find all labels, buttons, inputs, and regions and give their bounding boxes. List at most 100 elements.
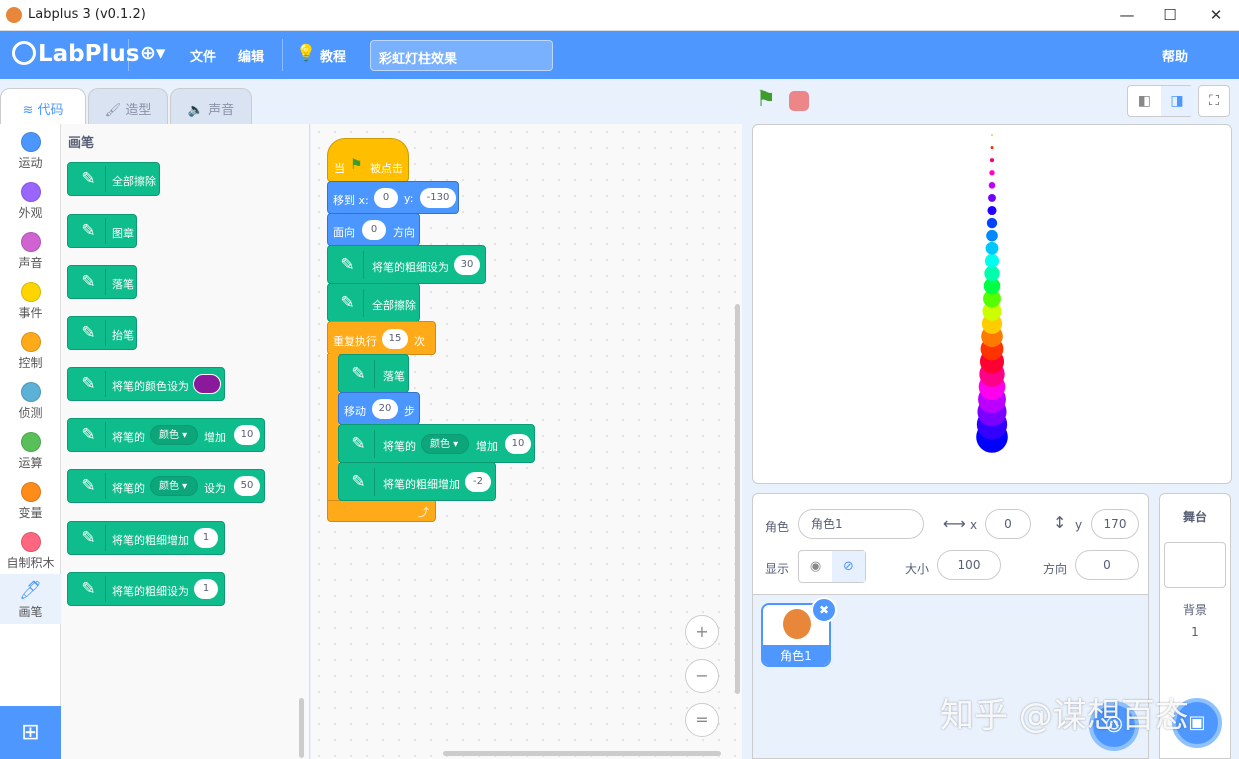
block-pen-down[interactable]: ✎ 落笔 [338, 354, 409, 393]
category-pen[interactable]: 🖊 画笔 [0, 574, 61, 624]
stage-panel-title: 舞台 [1182, 510, 1207, 524]
category-operators[interactable]: 运算 [0, 426, 61, 476]
stage-canvas[interactable] [752, 124, 1232, 484]
block-go-to-xy[interactable]: 移到 x: 0 y: -130 [327, 181, 459, 214]
repeat-count-input[interactable]: 15 [382, 329, 408, 349]
block-when-flag-clicked[interactable]: 当 ⚑ 被点击 [327, 138, 409, 182]
size-input[interactable]: 30 [454, 255, 480, 275]
block-change-pen-size[interactable]: ✎ 将笔的粗细增加 1 [67, 521, 225, 555]
pen-icon: ✎ [332, 251, 364, 279]
pen-icon: ✎ [72, 576, 106, 602]
category-sound[interactable]: 声音 [0, 226, 61, 276]
category-label: 运算 [18, 456, 43, 470]
block-pen-up[interactable]: ✎ 抬笔 [67, 316, 137, 350]
y-input[interactable]: -130 [420, 188, 456, 208]
category-label: 事件 [18, 306, 43, 320]
block-label: 方向 [393, 226, 415, 239]
pen-icon: ✎ [72, 422, 106, 448]
minimize-button[interactable]: — [1116, 4, 1138, 26]
value-input[interactable]: 10 [234, 425, 260, 445]
size-change-input[interactable]: -2 [465, 472, 491, 492]
pen-icon: ✎ [343, 360, 375, 388]
steps-input[interactable]: 20 [372, 399, 398, 419]
lightbulb-icon: 💡 [296, 43, 316, 62]
pen-icon: ✎ [343, 430, 375, 458]
block-change-pen-size[interactable]: ✎ 将笔的粗细增加 -2 [338, 462, 496, 501]
add-extension-icon: ⊞ [21, 720, 40, 745]
block-change-pen-param[interactable]: ✎ 将笔的 颜色 ▾ 增加 10 [338, 424, 535, 463]
tab-sounds[interactable]: 🔈 声音 [170, 88, 252, 125]
show-eye-icon[interactable]: ◉ [799, 551, 832, 582]
tutorials-menu[interactable]: 教程 [320, 46, 346, 65]
zoom-out-button[interactable]: − [685, 659, 719, 693]
script-area[interactable]: 当 ⚑ 被点击 移到 x: 0 y: -130 面向 0 方向 ✎ 将笔的粗细设… [311, 124, 742, 759]
direction-input[interactable]: 0 [1075, 550, 1139, 580]
category-control[interactable]: 控制 [0, 326, 61, 376]
block-set-pen-color[interactable]: ✎ 将笔的颜色设为 [67, 367, 225, 401]
project-title-input[interactable]: 彩虹灯柱效果 [370, 40, 553, 71]
category-events[interactable]: 事件 [0, 276, 61, 326]
green-flag-button[interactable]: ⚑ [756, 87, 776, 112]
close-window-button[interactable]: ✕ [1205, 4, 1227, 26]
palette-scrollbar[interactable] [299, 698, 304, 758]
pen-stroke-segment [989, 170, 995, 176]
pen-icon: 🖊 [19, 580, 42, 601]
backdrop-thumbnail[interactable] [1164, 542, 1226, 588]
add-extension-button[interactable]: ⊞ [0, 706, 61, 759]
block-label: 移到 x: [333, 194, 369, 207]
tab-costumes[interactable]: 🖌 造型 [88, 88, 168, 125]
block-stamp[interactable]: ✎ 图章 [67, 214, 137, 248]
zoom-out-icon: − [695, 666, 709, 685]
y-input[interactable]: 170 [1091, 509, 1139, 539]
block-pen-down[interactable]: ✎ 落笔 [67, 265, 137, 299]
script-vertical-scrollbar[interactable] [735, 304, 740, 694]
size-label: 大小 [905, 562, 930, 576]
x-input[interactable]: 0 [985, 509, 1031, 539]
block-palette: 画笔 ✎ 全部擦除 ✎ 图章 ✎ 落笔 ✎ 抬笔 ✎ 将笔的颜色设为 ✎ 将笔的 颜色 ▾ 增加… [61, 124, 310, 759]
brand-logo[interactable]: LabPlus [12, 41, 139, 67]
zoom-reset-button[interactable]: = [685, 703, 719, 737]
block-set-pen-size[interactable]: ✎ 将笔的粗细设为 30 [327, 245, 486, 284]
x-input[interactable]: 0 [374, 188, 398, 208]
help-menu[interactable]: 帮助 [1162, 46, 1188, 65]
small-stage-icon[interactable]: ◧ [1128, 86, 1161, 116]
category-sensing[interactable]: 侦测 [0, 376, 61, 426]
block-change-pen-param[interactable]: ✎ 将笔的 颜色 ▾ 增加 10 [67, 418, 265, 452]
block-move-steps[interactable]: 移动 20 步 [338, 392, 420, 425]
category-variables[interactable]: 变量 [0, 476, 61, 526]
direction-input[interactable]: 0 [362, 220, 386, 240]
block-set-pen-size[interactable]: ✎ 将笔的粗细设为 1 [67, 572, 225, 606]
zoom-in-button[interactable]: + [685, 615, 719, 649]
category-looks[interactable]: 外观 [0, 176, 61, 226]
value-input[interactable]: 10 [505, 434, 531, 454]
block-point-in-direction[interactable]: 面向 0 方向 [327, 213, 420, 246]
fullscreen-icon[interactable]: ⛶ [1198, 85, 1230, 117]
color-swatch[interactable] [193, 374, 221, 394]
file-menu[interactable]: 文件 [190, 46, 216, 65]
value-input[interactable]: 1 [194, 528, 218, 548]
script-horizontal-scrollbar[interactable] [443, 751, 721, 756]
block-clear[interactable]: ✎ 全部擦除 [327, 283, 420, 322]
value-input[interactable]: 1 [194, 579, 218, 599]
delete-sprite-icon[interactable]: ✖ [811, 597, 837, 623]
tab-code[interactable]: ≋ 代码 [0, 88, 86, 125]
block-set-pen-param[interactable]: ✎ 将笔的 颜色 ▾ 设为 50 [67, 469, 265, 503]
maximize-button[interactable]: ☐ [1159, 4, 1181, 26]
large-stage-icon[interactable]: ◨ [1161, 86, 1193, 116]
category-motion[interactable]: 运动 [0, 126, 61, 176]
block-label: 全部擦除 [112, 175, 156, 188]
globe-icon[interactable]: ⊕▾ [140, 42, 165, 64]
param-dropdown[interactable]: 颜色 ▾ [421, 434, 469, 454]
hide-eye-icon[interactable]: ⊘ [832, 551, 865, 582]
category-my-blocks[interactable]: 自制积木 [0, 526, 61, 576]
edit-menu[interactable]: 编辑 [238, 46, 264, 65]
value-input[interactable]: 50 [234, 476, 260, 496]
size-input[interactable]: 100 [937, 550, 1001, 580]
sprite-name-input[interactable]: 角色1 [798, 509, 924, 539]
stop-button[interactable] [789, 91, 809, 111]
param-dropdown[interactable]: 颜色 ▾ [150, 476, 198, 496]
block-repeat[interactable]: 重复执行 15 次 [327, 321, 436, 355]
block-label: 图章 [112, 227, 134, 240]
block-clear[interactable]: ✎ 全部擦除 [67, 162, 160, 196]
param-dropdown[interactable]: 颜色 ▾ [150, 425, 198, 445]
